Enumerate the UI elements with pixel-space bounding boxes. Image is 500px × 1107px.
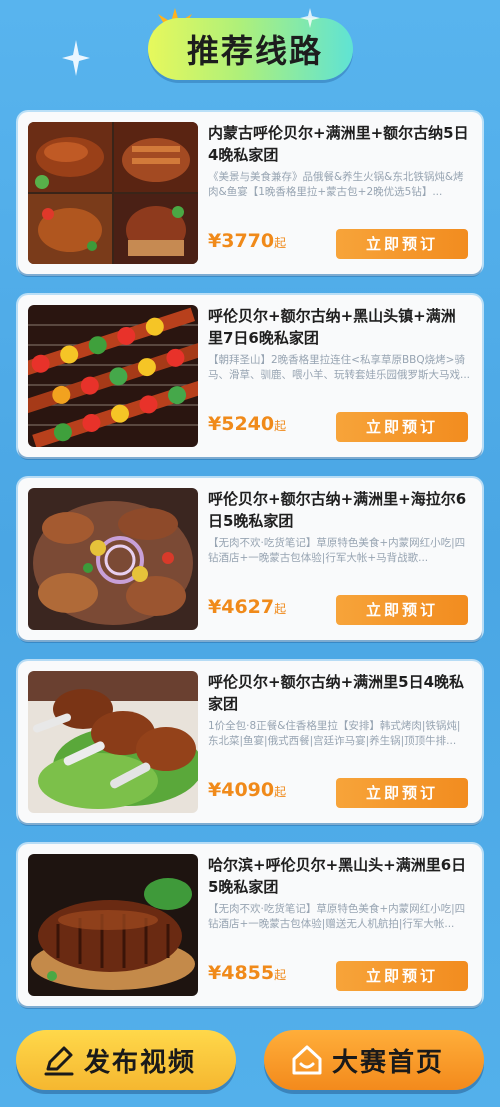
book-now-button[interactable]: 立即预订 [336,595,468,625]
route-title: 呼伦贝尔+额尔古纳+满洲里+海拉尔6日5晚私家团 [208,490,467,530]
header: 推荐线路 [0,0,500,110]
pencil-icon [44,1046,74,1076]
route-image-meat-collage [28,122,198,264]
route-description: 1价全包·8正餐&住香格里拉【安排】韩式烤肉|铁锅炖|东北菜|鱼宴|俄式西餐|宫… [208,720,461,747]
book-now-button[interactable]: 立即预订 [336,229,468,259]
route-price: ¥5240起 [208,413,286,435]
price-unit: 起 [274,785,287,799]
book-now-button[interactable]: 立即预订 [336,778,468,808]
publish-video-label: 发布视频 [84,1048,197,1078]
book-now-button[interactable]: 立即预订 [336,412,468,442]
route-description: 《美景与美食兼存》品俄餐&养生火锅&东北铁锅炖&烤肉&鱼宴【1晚香格里拉+蒙古包… [208,171,464,198]
price-amount: ¥4090 [208,779,275,801]
route-title: 呼伦贝尔+额尔古纳+黑山头镇+满洲里7日6晚私家团 [208,307,456,347]
route-card[interactable]: 哈尔滨+呼伦贝尔+黑山头+满洲里6日5晚私家团 【无肉不欢·吃货笔记】草原特色美… [18,844,482,1006]
price-amount: ¥3770 [208,230,275,252]
price-amount: ¥5240 [208,413,275,435]
price-unit: 起 [274,236,287,250]
route-title: 内蒙古呼伦贝尔+满洲里+额尔古纳5日4晚私家团 [208,124,469,164]
route-image-roast-lamb [28,854,198,996]
price-unit: 起 [274,419,287,433]
route-card[interactable]: 呼伦贝尔+额尔古纳+满洲里5日4晚私家团 1价全包·8正餐&住香格里拉【安排】韩… [18,661,482,823]
price-amount: ¥4627 [208,596,275,618]
route-title: 呼伦贝尔+额尔古纳+满洲里5日4晚私家团 [208,673,465,713]
contest-home-button[interactable]: 大赛首页 [264,1030,484,1090]
route-image-roast-platter [28,488,198,630]
page-title: 推荐线路 [186,32,323,70]
route-card[interactable]: 呼伦贝尔+额尔古纳+满洲里+海拉尔6日5晚私家团 【无肉不欢·吃货笔记】草原特色… [18,478,482,640]
book-now-button[interactable]: 立即预订 [336,961,468,991]
price-amount: ¥4855 [208,962,275,984]
route-price: ¥4627起 [208,596,286,618]
route-price: ¥4855起 [208,962,286,984]
route-image-drumsticks [28,671,198,813]
sparkle-icon [300,8,320,28]
route-description: 【朝拜圣山】2晚香格里拉连住<私享草原BBQ烧烤>骑马、滑草、驯鹿、喂小羊、玩转… [208,354,471,381]
route-description: 【无肉不欢·吃货笔记】草原特色美食+内蒙网红小吃|四钻酒店+一晚蒙古包体验|赠送… [208,903,466,930]
price-unit: 起 [274,602,287,616]
contest-home-label: 大赛首页 [332,1048,445,1078]
route-card[interactable]: 呼伦贝尔+额尔古纳+黑山头镇+满洲里7日6晚私家团 【朝拜圣山】2晚香格里拉连住… [18,295,482,457]
route-price: ¥3770起 [208,230,286,252]
route-description: 【无肉不欢·吃货笔记】草原特色美食+内蒙网红小吃|四钻酒店+一晚蒙古包体验|行军… [208,537,466,564]
route-title: 哈尔滨+呼伦贝尔+黑山头+满洲里6日5晚私家团 [208,856,467,896]
publish-video-button[interactable]: 发布视频 [16,1030,236,1090]
route-card[interactable]: 内蒙古呼伦贝尔+满洲里+额尔古纳5日4晚私家团 《美景与美食兼存》品俄餐&养生火… [18,112,482,274]
route-image-bbq-skewers [28,305,198,447]
route-price: ¥4090起 [208,779,286,801]
price-unit: 起 [274,968,287,982]
sparkle-icon [62,40,90,76]
home-icon [292,1045,322,1075]
